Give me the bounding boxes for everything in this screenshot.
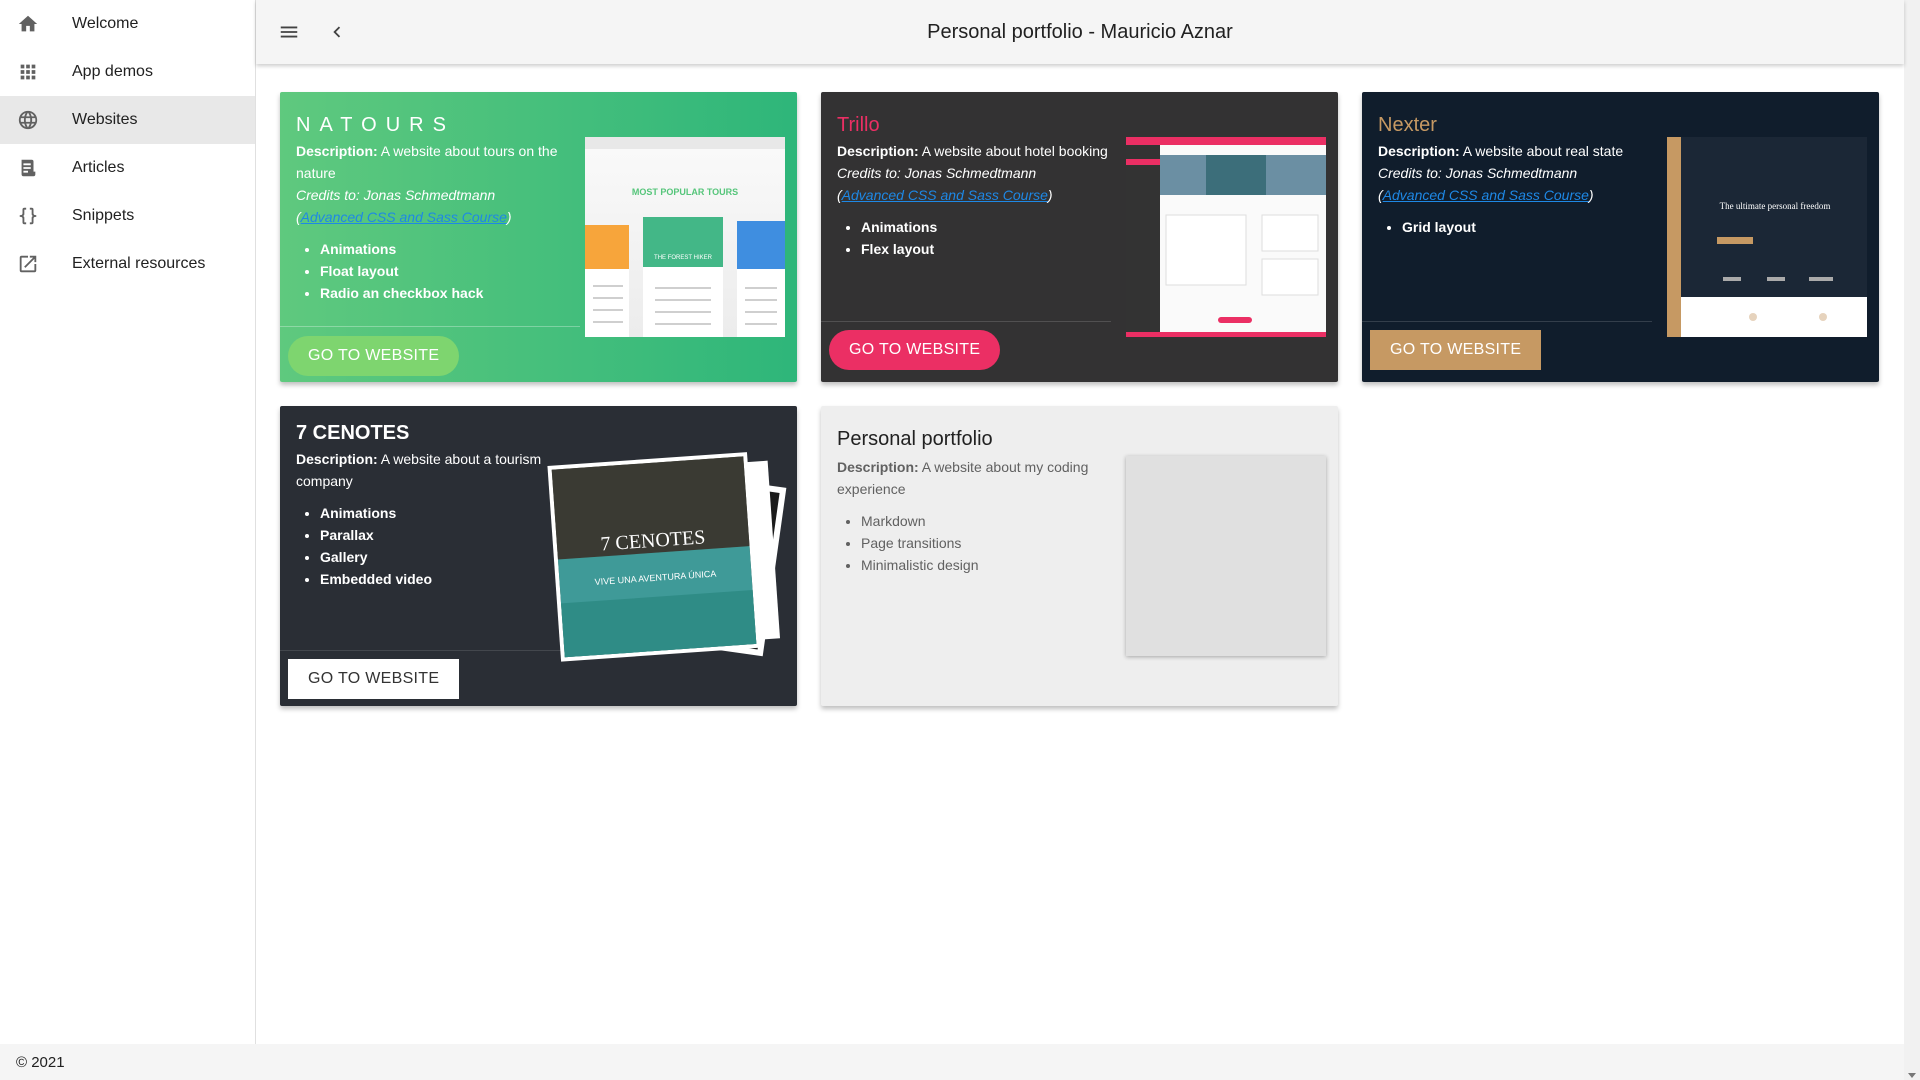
sidebar-item-label: Snippets xyxy=(72,207,135,224)
card-credits: Credits to: Jonas Schmedtmann xyxy=(296,187,496,203)
card-content: Trillo Description: A website about hote… xyxy=(837,112,1127,260)
sidebar-item-label: Articles xyxy=(72,159,125,176)
card-description: Description: A website about tours on th… xyxy=(296,140,586,184)
page-title: Personal portfolio - Mauricio Aznar xyxy=(927,20,1233,43)
sidebar-item-external-resources[interactable]: External resources xyxy=(0,240,255,288)
divider xyxy=(1362,321,1652,322)
copyright-text: © 2021 xyxy=(16,1053,65,1071)
website-thumbnail: 7 CENOTES VIVE UNA AVENTURA ÚNICA xyxy=(546,446,796,676)
feature-list: Markdown Page transitions Minimalistic d… xyxy=(861,510,1127,576)
braces-icon xyxy=(0,205,56,227)
card-title: Personal portfolio xyxy=(837,428,993,450)
project-card-trillo: Trillo Description: A website about hote… xyxy=(821,92,1338,382)
list-item: Grid layout xyxy=(1402,216,1668,238)
card-description: Description: A website about hotel booki… xyxy=(837,140,1127,162)
card-title: Nexter xyxy=(1378,114,1437,136)
project-card-nexter: Nexter Description: A website about real… xyxy=(1362,92,1879,382)
card-title: NATOURS xyxy=(296,114,455,136)
project-card-personal-portfolio: Personal portfolio Description: A websit… xyxy=(821,406,1338,706)
course-link[interactable]: Advanced CSS and Sass Course xyxy=(842,187,1048,203)
list-item: Animations xyxy=(320,238,586,260)
project-card-7-cenotes: 7 CENOTES Description: A website about a… xyxy=(280,406,797,706)
card-credits: Credits to: Jonas Schmedtmann xyxy=(1378,165,1578,181)
list-item: Markdown xyxy=(861,510,1127,532)
vertical-scrollbar[interactable] xyxy=(1904,0,1920,1080)
chevron-left-icon xyxy=(333,26,341,38)
course-link[interactable]: Advanced CSS and Sass Course xyxy=(301,209,507,225)
globe-icon xyxy=(0,109,56,131)
apps-icon xyxy=(0,61,56,83)
sidebar-item-app-demos[interactable]: App demos xyxy=(0,48,255,96)
card-content: NATOURS Description: A website about tou… xyxy=(296,112,586,304)
divider xyxy=(821,321,1111,322)
feature-list: Animations Flex layout xyxy=(861,216,1127,260)
footer: © 2021 xyxy=(0,1044,1904,1080)
card-description: Description: A website about a tourism c… xyxy=(296,448,586,492)
description-label: Description: xyxy=(1378,143,1460,159)
card-credits: Credits to: Jonas Schmedtmann xyxy=(837,165,1037,181)
article-icon xyxy=(0,157,56,179)
card-content: Nexter Description: A website about real… xyxy=(1378,112,1668,238)
description-text: A website about hotel booking xyxy=(918,143,1108,159)
sidebar-item-snippets[interactable]: Snippets xyxy=(0,192,255,240)
card-description: Description: A website about real state xyxy=(1378,140,1668,162)
website-thumbnail-placeholder xyxy=(1126,456,1326,656)
website-thumbnail: The ultimate personal freedom xyxy=(1667,137,1867,337)
list-item: Page transitions xyxy=(861,532,1127,554)
feature-list: Animations Float layout Radio an checkbo… xyxy=(320,238,586,304)
description-label: Description: xyxy=(296,143,378,159)
home-icon xyxy=(0,13,56,35)
list-item: Float layout xyxy=(320,260,586,282)
thumb-heading: MOST POPULAR TOURS xyxy=(632,187,738,197)
card-title: Trillo xyxy=(837,114,880,136)
website-thumbnail: MOST POPULAR TOURS THE FOREST HIKER xyxy=(585,137,785,337)
card-content: 7 CENOTES Description: A website about a… xyxy=(296,420,586,590)
website-thumbnail xyxy=(1126,137,1326,337)
feature-list: Grid layout xyxy=(1402,216,1668,238)
list-item: Radio an checkbox hack xyxy=(320,282,586,304)
sidebar-item-websites[interactable]: Websites xyxy=(0,96,255,144)
sidebar-item-articles[interactable]: Articles xyxy=(0,144,255,192)
list-item: Minimalistic design xyxy=(861,554,1127,576)
description-text: A website about real state xyxy=(1459,143,1624,159)
description-label: Description: xyxy=(296,451,378,467)
card-title: 7 CENOTES xyxy=(296,422,410,444)
card-content: Personal portfolio Description: A websit… xyxy=(837,426,1127,576)
course-link[interactable]: Advanced CSS and Sass Course xyxy=(1383,187,1589,203)
go-to-website-button[interactable]: GO TO WEBSITE xyxy=(829,330,1001,370)
sidebar-item-label: External resources xyxy=(72,255,206,272)
scroll-down-arrow-icon[interactable] xyxy=(1908,1073,1916,1078)
external-link-icon xyxy=(0,253,56,275)
sidebar-item-label: Websites xyxy=(72,111,138,128)
sidebar: Welcome App demos Websites Articles Snip… xyxy=(0,0,256,1044)
list-item: Animations xyxy=(861,216,1127,238)
menu-icon xyxy=(280,26,298,38)
card-description: Description: A website about my coding e… xyxy=(837,456,1127,500)
thumb-caption: THE FOREST HIKER xyxy=(654,255,713,261)
divider xyxy=(280,650,580,651)
project-card-natours: NATOURS Description: A website about tou… xyxy=(280,92,797,382)
sidebar-item-label: Welcome xyxy=(72,15,139,32)
back-button[interactable] xyxy=(315,10,359,54)
go-to-website-button[interactable]: GO TO WEBSITE xyxy=(1370,330,1542,370)
go-to-website-button[interactable]: GO TO WEBSITE xyxy=(288,659,460,699)
description-label: Description: xyxy=(837,459,919,475)
app-bar: Personal portfolio - Mauricio Aznar xyxy=(256,0,1904,64)
sidebar-item-label: App demos xyxy=(72,63,153,80)
divider xyxy=(280,326,580,327)
thumb-heading: The ultimate personal freedom xyxy=(1720,201,1831,211)
sidebar-item-welcome[interactable]: Welcome xyxy=(0,0,255,48)
description-label: Description: xyxy=(837,143,919,159)
go-to-website-button[interactable]: GO TO WEBSITE xyxy=(288,336,460,376)
menu-button[interactable] xyxy=(267,10,311,54)
list-item: Flex layout xyxy=(861,238,1127,260)
